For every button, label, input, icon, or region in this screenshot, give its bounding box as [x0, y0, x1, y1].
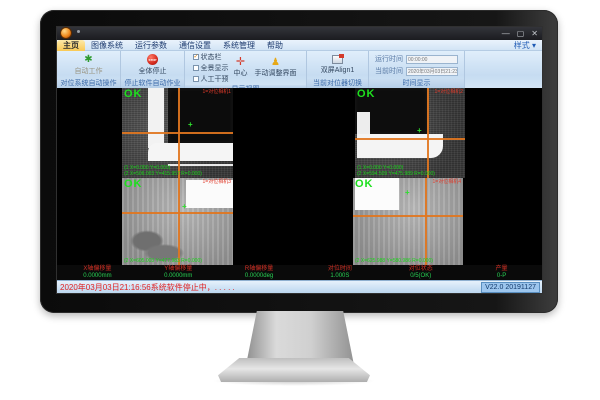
- status-ok-label: OK: [124, 178, 143, 190]
- checkbox-empty-icon: [193, 65, 199, 71]
- group-label-stop-job: 停止软件自动作业: [121, 79, 184, 88]
- stop-sign-icon: STOP: [147, 54, 158, 65]
- status-message: 2020年03月03日21:16:56系统软件停止中，. . . . .: [57, 282, 235, 293]
- minimize-button[interactable]: —: [502, 30, 510, 38]
- checkbox-status-bar[interactable]: ✓ 状态栏: [193, 52, 229, 62]
- metric-align-status: 对位状态0/5(OK): [380, 266, 461, 280]
- group-stop-job: STOP 全体停止 停止软件自动作业: [121, 51, 185, 88]
- mark-cross-icon: +: [417, 128, 422, 134]
- status-ok-label: OK: [355, 178, 374, 190]
- center-button[interactable]: ✛ 中心: [232, 58, 250, 78]
- status-ok-label: OK: [124, 88, 143, 100]
- coord-line-2: (2 X=594.509 Y=475.989 R=0.000): [357, 171, 435, 177]
- coord-line-2: (2 X=625.988 Y=580.986 R=0.000): [355, 258, 433, 264]
- metric-r-offset: R轴偏移量0.0000deg: [219, 266, 300, 280]
- quick-access-icon[interactable]: [77, 30, 80, 33]
- group-auto-operation: ✱ 自动工作 对位系统自动操作: [57, 51, 121, 88]
- camera-name-label: 1=对位相机3: [203, 179, 231, 185]
- tab-comm-settings[interactable]: 通信设置: [173, 40, 217, 51]
- metric-y-offset: Y轴偏移量0.0000mm: [138, 266, 219, 280]
- crosshair-horizontal: [353, 215, 463, 217]
- camera-name-label: 1=对位相机4: [433, 179, 461, 185]
- tab-run-params[interactable]: 运行参数: [129, 40, 173, 51]
- current-time-field[interactable]: 2020年03月03日21:23:42: [406, 67, 458, 76]
- group-label-time-display: 时间显示: [369, 79, 464, 88]
- auto-work-button[interactable]: ✱ 自动工作: [73, 55, 105, 76]
- monitor-stand-neck: [246, 311, 354, 365]
- glass-corner: [148, 143, 233, 161]
- group-align-switch: 双屏Align1 当前对位器切换: [307, 51, 369, 88]
- app-window: — ▢ ✕ 主页 图像系统 运行参数 通信设置 系统管理 帮助 样式 ▾ ✱: [57, 27, 542, 293]
- checkbox-empty-icon: [193, 76, 199, 82]
- tab-system-mgmt[interactable]: 系统管理: [217, 40, 261, 51]
- ribbon-spacer: [465, 51, 542, 88]
- all-stop-label: 全体停止: [139, 66, 167, 76]
- status-bar: 2020年03月03日21:16:56系统软件停止中，. . . . . V22…: [57, 280, 542, 293]
- metric-align-time: 对位时间1.000S: [299, 266, 380, 280]
- tab-help[interactable]: 帮助: [261, 40, 289, 51]
- coord-line-2: (2 X=506.003 Y=415.957 R=0.000): [124, 171, 202, 177]
- mark-cross-icon: +: [182, 204, 187, 210]
- camera-name-label: 1=对位相机2: [435, 89, 463, 95]
- group-label-auto-operation: 对位系统自动操作: [57, 79, 120, 88]
- chevron-down-icon: ▾: [532, 41, 536, 50]
- running-man-icon: ✱: [84, 55, 92, 65]
- crosshair-horizontal: [355, 138, 465, 140]
- camera-name-label: 1=对位相机1: [203, 89, 231, 95]
- checkbox-panorama[interactable]: 全景显示: [193, 63, 229, 73]
- group-time-display: 运行时间 00:00:00 当前时间 2020年03月03日21:23:42 时…: [369, 51, 465, 88]
- center-label: 中心: [234, 68, 248, 78]
- manual-adjust-button[interactable]: ♟ 手动调整界面: [253, 58, 299, 78]
- metric-x-offset: X轴偏移量0.0000mm: [57, 266, 138, 280]
- status-ok-label: OK: [357, 88, 376, 100]
- crosshair-horizontal: [122, 132, 233, 134]
- camera-view-4[interactable]: + OK 1=对位相机4 (2 X=625.988 Y=580.986 R=0.…: [353, 178, 463, 265]
- coord-line-2: (2 X=605.003 Y=477.983 R=0.000): [124, 258, 202, 264]
- person-icon: ♟: [271, 58, 280, 67]
- crosshair-icon: ✛: [236, 58, 245, 67]
- glass-edge: [148, 88, 164, 148]
- checkbox-check-icon: ✓: [193, 54, 199, 60]
- run-time-label: 运行时间: [375, 54, 403, 64]
- style-menu-label: 样式: [514, 41, 530, 50]
- camera-view-2[interactable]: + OK 1=对位相机2 (1 X=0.000 Y=0.000) (2 X=59…: [355, 88, 465, 178]
- auto-work-label: 自动工作: [75, 66, 103, 76]
- crosshair-vertical: [178, 178, 180, 265]
- style-menu[interactable]: 样式 ▾: [514, 40, 542, 51]
- dual-align-button[interactable]: 双屏Align1: [319, 55, 356, 75]
- mark-cross-icon: +: [188, 122, 193, 128]
- monitor-screen-wrap: — ▢ ✕ 主页 图像系统 运行参数 通信设置 系统管理 帮助 样式 ▾ ✱: [40, 10, 558, 313]
- group-label-align-switch: 当前对位器切换: [307, 79, 368, 88]
- dual-align-label: 双屏Align1: [321, 65, 354, 75]
- metrics-bar: X轴偏移量0.0000mm Y轴偏移量0.0000mm R轴偏移量0.0000d…: [57, 265, 542, 280]
- dual-screen-icon: [332, 55, 343, 64]
- tab-home[interactable]: 主页: [57, 40, 85, 51]
- version-badge: V22.0 20191127: [481, 282, 540, 293]
- checkbox-manual-intervene-label: 人工干预: [201, 74, 229, 84]
- current-time-label: 当前时间: [375, 66, 403, 76]
- crosshair-horizontal: [122, 212, 233, 214]
- title-bar: — ▢ ✕: [57, 27, 542, 40]
- camera-view-area: + OK 1=对位相机1 (1 X=0.000 Y=0.000) (2 X=50…: [57, 88, 542, 265]
- all-stop-button[interactable]: STOP 全体停止: [137, 54, 169, 76]
- manual-adjust-label: 手动调整界面: [255, 68, 297, 78]
- tab-image-system[interactable]: 图像系统: [85, 40, 129, 51]
- group-display-view: ✓ 状态栏 全景显示 人工干预 ✛: [185, 51, 307, 88]
- crosshair-vertical: [425, 178, 427, 265]
- checkbox-manual-intervene[interactable]: 人工干预: [193, 74, 229, 84]
- monitor-stand-base: [218, 358, 370, 382]
- camera-view-3[interactable]: + OK 1=对位相机3 (2 X=605.003 Y=477.983 R=0.…: [122, 178, 233, 265]
- ribbon: ✱ 自动工作 对位系统自动操作 STOP 全体停止 停止软件自动作业: [57, 51, 542, 88]
- app-orb-icon[interactable]: [60, 27, 72, 39]
- run-time-field[interactable]: 00:00:00: [406, 55, 458, 64]
- maximize-button[interactable]: ▢: [517, 30, 525, 38]
- camera-view-1[interactable]: + OK 1=对位相机1 (1 X=0.000 Y=0.000) (2 X=50…: [122, 88, 233, 178]
- checkbox-panorama-label: 全景显示: [201, 63, 229, 73]
- ribbon-tab-row: 主页 图像系统 运行参数 通信设置 系统管理 帮助 样式 ▾: [57, 40, 542, 51]
- close-button[interactable]: ✕: [531, 30, 538, 38]
- metric-yield: 产量0-P: [461, 266, 542, 280]
- mark-cross-icon: +: [405, 190, 410, 196]
- checkbox-status-bar-label: 状态栏: [201, 52, 222, 62]
